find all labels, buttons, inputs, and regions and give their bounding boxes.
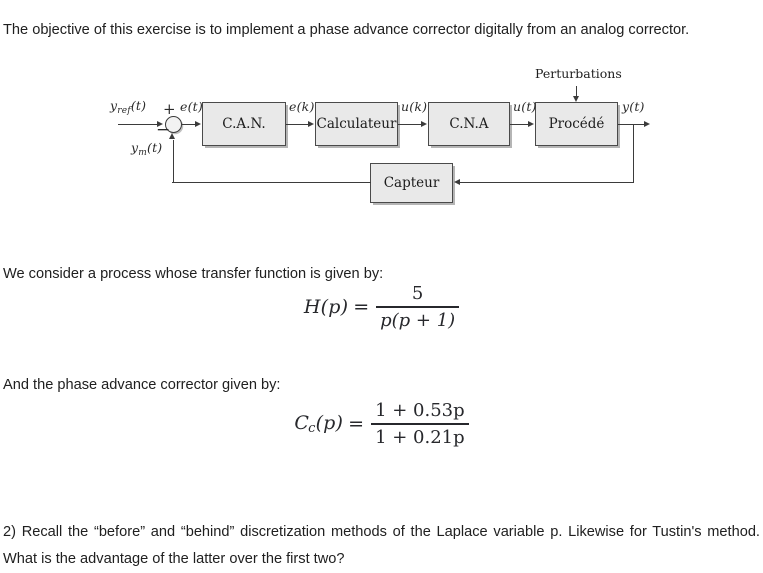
equation-H-equals: = [353, 296, 370, 319]
u-t-arrowhead [528, 120, 534, 127]
equation-H-fraction: 5 p(p + 1) [376, 283, 460, 331]
feedback-riser-arrowhead [169, 133, 176, 139]
signal-label-yref-arg: (t) [130, 98, 147, 113]
block-calculateur-label: Calculateur [316, 116, 397, 132]
equation-Cc-subscript: c [308, 421, 316, 437]
equation-transfer-function-lhs: H(p) [304, 296, 348, 318]
equation-corrector-lhs: Cc(p) [294, 412, 343, 437]
output-arrowhead [644, 120, 650, 127]
error-arrowhead [195, 120, 201, 127]
equation-H-denominator: p(p + 1) [380, 309, 456, 331]
signal-label-u-t: u(t) [513, 99, 537, 114]
intro-paragraph: The objective of this exercise is to imp… [3, 21, 690, 38]
equation-H-numerator: 5 [411, 283, 424, 304]
feedback-return-wire [460, 181, 634, 183]
question-paragraph: 2) Recall the “before” and “behind” disc… [3, 523, 760, 567]
signal-label-ym-base: y [131, 140, 139, 155]
block-cna-label: C.N.A [449, 116, 489, 132]
reference-input-wire [118, 123, 158, 126]
equation-Cc-equals: = [348, 413, 365, 436]
block-capteur-label: Capteur [383, 175, 440, 191]
equation-Cc-symbol: C [294, 411, 310, 434]
u-t-wire [510, 123, 530, 126]
equation-H-arg: (p) [320, 296, 349, 319]
signal-label-yref-base: y [110, 98, 118, 113]
block-cna: C.N.A [428, 102, 510, 146]
signal-label-ym-sub: m [138, 147, 147, 158]
equation-H-symbol: H [303, 296, 321, 319]
feedback-return-arrowhead [454, 178, 460, 185]
error-wire [182, 123, 196, 126]
signal-label-u-k: u(k) [401, 99, 428, 114]
u-k-wire [398, 123, 421, 126]
equation-Cc-numerator: 1 + 0.53p [375, 400, 465, 421]
u-k-arrowhead [421, 120, 427, 127]
capteur-output-wire [172, 181, 371, 183]
signal-label-ym-arg: (t) [147, 140, 163, 155]
equation-Cc-denominator: 1 + 0.21p [375, 426, 465, 448]
equation-H-fraction-bar [376, 306, 460, 308]
summing-junction-minus-sign: − [156, 120, 171, 140]
signal-label-e-k: e(k) [289, 99, 315, 114]
summing-junction-plus-sign: + [163, 100, 176, 118]
signal-label-e-t: e(t) [180, 99, 203, 114]
signal-label-ym: ym(t) [131, 140, 162, 158]
equation-transfer-function: H(p) = 5 p(p + 1) [0, 283, 763, 331]
corrector-intro-text: And the phase advance corrector given by… [3, 376, 281, 393]
block-procede: Procédé [535, 102, 618, 146]
feedback-riser-wire [172, 140, 175, 182]
block-can: C.A.N. [202, 102, 286, 146]
equation-Cc-fraction: 1 + 0.53p 1 + 0.21p [371, 400, 469, 448]
equation-corrector: Cc(p) = 1 + 0.53p 1 + 0.21p [0, 400, 763, 448]
signal-label-yref-sub: ref [117, 105, 131, 116]
block-can-label: C.A.N. [222, 116, 266, 132]
control-loop-block-diagram: Perturbations + − C.A.N. Calculateur C.N… [0, 58, 763, 223]
block-procede-label: Procédé [548, 116, 605, 132]
signal-label-y-t: y(t) [622, 99, 645, 114]
perturbations-label: Perturbations [535, 66, 622, 81]
e-k-wire [286, 123, 309, 126]
output-branch-wire [632, 124, 634, 182]
equation-Cc-fraction-bar [371, 423, 469, 425]
block-capteur: Capteur [370, 163, 453, 203]
signal-label-yref: yref(t) [110, 98, 146, 116]
e-k-arrowhead [308, 120, 314, 127]
equation-Cc-arg: (p) [315, 411, 344, 434]
block-calculateur: Calculateur [315, 102, 398, 146]
